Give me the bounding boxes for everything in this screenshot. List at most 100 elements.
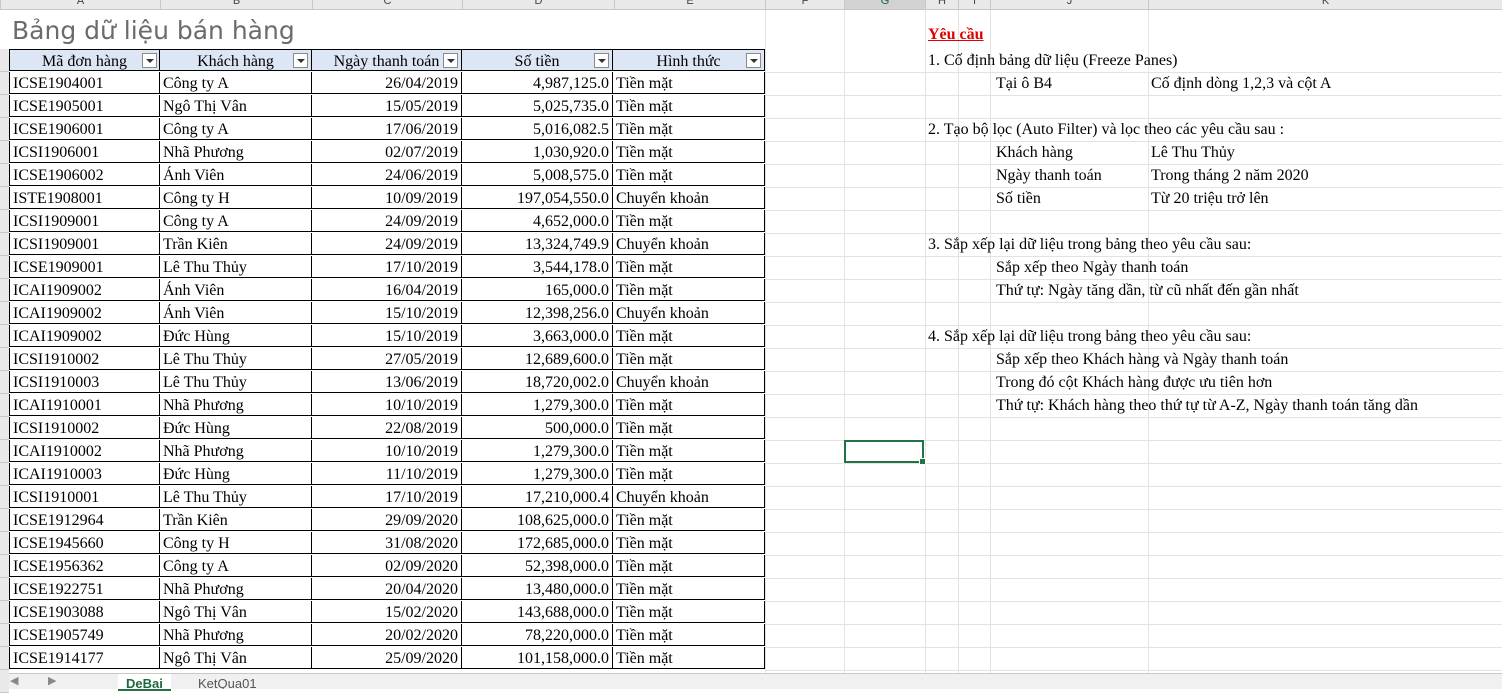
table-cell[interactable]: Chuyển khoản <box>613 371 765 393</box>
table-cell[interactable]: Ngô Thị Vân <box>160 95 312 117</box>
table-cell[interactable]: 52,398,000.0 <box>462 555 613 577</box>
table-cell[interactable]: 10/10/2019 <box>312 394 462 416</box>
table-cell[interactable]: ICSE1903088 <box>9 601 160 623</box>
table-cell[interactable]: Chuyển khoản <box>613 233 765 255</box>
row-header[interactable] <box>0 624 9 647</box>
table-cell[interactable]: 4,652,000.0 <box>462 210 613 232</box>
filter-dropdown-icon[interactable] <box>142 53 157 68</box>
row-header[interactable] <box>0 394 9 417</box>
table-cell[interactable]: Tiền mặt <box>613 95 765 117</box>
table-cell[interactable]: 4,987,125.0 <box>462 72 613 94</box>
row-header[interactable] <box>0 670 9 693</box>
active-cell-selection[interactable] <box>844 440 926 465</box>
table-cell[interactable]: ISTE1908001 <box>9 187 160 209</box>
column-header-a[interactable]: A <box>0 0 160 9</box>
table-cell[interactable]: 24/09/2019 <box>312 233 462 255</box>
table-cell[interactable]: Đức Hùng <box>160 463 312 485</box>
table-cell[interactable]: 20/04/2020 <box>312 578 462 600</box>
table-cell[interactable]: Đức Hùng <box>160 325 312 347</box>
table-cell[interactable]: ICSE1906002 <box>9 164 160 186</box>
table-cell[interactable]: 16/04/2019 <box>312 279 462 301</box>
column-header-cell[interactable]: Số tiền <box>462 49 613 71</box>
table-cell[interactable]: Công ty A <box>160 210 312 232</box>
table-cell[interactable]: 15/10/2019 <box>312 302 462 324</box>
table-cell[interactable]: 5,008,575.0 <box>462 164 613 186</box>
table-cell[interactable]: Đức Hùng <box>160 417 312 439</box>
table-cell[interactable]: 15/02/2020 <box>312 601 462 623</box>
table-cell[interactable]: ICSI1910001 <box>9 486 160 508</box>
table-cell[interactable]: Công ty A <box>160 72 312 94</box>
table-cell[interactable]: ICSE1956362 <box>9 555 160 577</box>
column-header-e[interactable]: E <box>614 0 765 9</box>
table-cell[interactable]: 02/07/2019 <box>312 141 462 163</box>
table-cell[interactable]: 197,054,550.0 <box>462 187 613 209</box>
row-header[interactable] <box>0 256 9 279</box>
table-cell[interactable]: 10/09/2019 <box>312 187 462 209</box>
table-cell[interactable]: 24/06/2019 <box>312 164 462 186</box>
table-cell[interactable]: Tiền mặt <box>613 348 765 370</box>
table-cell[interactable]: Lê Thu Thủy <box>160 486 312 508</box>
table-cell[interactable]: Nhã Phương <box>160 578 312 600</box>
table-cell[interactable]: Nhã Phương <box>160 624 312 646</box>
table-cell[interactable]: ICSE1905001 <box>9 95 160 117</box>
table-cell[interactable]: Tiền mặt <box>613 624 765 646</box>
table-cell[interactable]: 165,000.0 <box>462 279 613 301</box>
table-cell[interactable]: 17,210,000.4 <box>462 486 613 508</box>
table-cell[interactable]: 11/10/2019 <box>312 463 462 485</box>
table-cell[interactable]: 13/06/2019 <box>312 371 462 393</box>
row-header[interactable] <box>0 164 9 187</box>
row-header[interactable] <box>0 463 9 486</box>
table-cell[interactable]: 15/10/2019 <box>312 325 462 347</box>
table-cell[interactable]: 29/09/2020 <box>312 509 462 531</box>
table-cell[interactable]: 500,000.0 <box>462 417 613 439</box>
table-cell[interactable]: 13,324,749.9 <box>462 233 613 255</box>
table-cell[interactable]: ICSI1910003 <box>9 371 160 393</box>
table-cell[interactable]: Tiền mặt <box>613 417 765 439</box>
table-cell[interactable]: Trần Kiên <box>160 233 312 255</box>
row-header[interactable] <box>0 279 9 302</box>
column-header-b[interactable]: B <box>160 0 312 9</box>
table-cell[interactable]: 12,689,600.0 <box>462 348 613 370</box>
row-header[interactable] <box>0 118 9 141</box>
table-cell[interactable]: Tiền mặt <box>613 532 765 554</box>
table-cell[interactable]: Chuyển khoản <box>613 302 765 324</box>
table-cell[interactable]: 10/10/2019 <box>312 440 462 462</box>
table-cell[interactable]: Chuyển khoản <box>613 486 765 508</box>
table-cell[interactable]: ICSI1909001 <box>9 210 160 232</box>
table-cell[interactable]: ICAI1910002 <box>9 440 160 462</box>
row-header[interactable] <box>0 578 9 601</box>
table-cell[interactable]: Nhã Phương <box>160 141 312 163</box>
row-header[interactable] <box>0 647 9 670</box>
filter-dropdown-icon[interactable] <box>443 53 458 68</box>
table-cell[interactable]: Công ty A <box>160 555 312 577</box>
table-cell[interactable]: Tiền mặt <box>613 325 765 347</box>
row-header[interactable] <box>0 302 9 325</box>
table-cell[interactable]: Tiền mặt <box>613 72 765 94</box>
table-cell[interactable]: Ngô Thị Vân <box>160 647 312 669</box>
table-cell[interactable]: Ánh Viên <box>160 164 312 186</box>
table-cell[interactable]: Nhã Phương <box>160 394 312 416</box>
table-cell[interactable]: 108,625,000.0 <box>462 509 613 531</box>
tab-scroll-right-icon[interactable]: ▶ <box>48 674 56 687</box>
column-header-f[interactable]: F <box>765 0 844 9</box>
table-cell[interactable]: 3,544,178.0 <box>462 256 613 278</box>
filter-dropdown-icon[interactable] <box>293 53 308 68</box>
column-header-k[interactable]: K <box>1148 0 1502 9</box>
table-cell[interactable]: Nhã Phương <box>160 440 312 462</box>
table-cell[interactable]: ICAI1909002 <box>9 302 160 324</box>
row-header[interactable] <box>0 187 9 210</box>
table-cell[interactable]: Lê Thu Thủy <box>160 371 312 393</box>
table-cell[interactable]: 17/10/2019 <box>312 486 462 508</box>
table-cell[interactable]: ICAI1909002 <box>9 279 160 301</box>
filter-dropdown-icon[interactable] <box>746 53 761 68</box>
row-header[interactable] <box>0 440 9 463</box>
table-cell[interactable]: Tiền mặt <box>613 394 765 416</box>
table-cell[interactable]: 1,279,300.0 <box>462 440 613 462</box>
table-cell[interactable]: ICSI1910002 <box>9 348 160 370</box>
table-cell[interactable]: ICSE1945660 <box>9 532 160 554</box>
filter-dropdown-icon[interactable] <box>594 53 609 68</box>
table-cell[interactable]: Tiền mặt <box>613 463 765 485</box>
row-header[interactable] <box>0 532 9 555</box>
table-cell[interactable]: 1,030,920.0 <box>462 141 613 163</box>
row-header[interactable] <box>0 325 9 348</box>
